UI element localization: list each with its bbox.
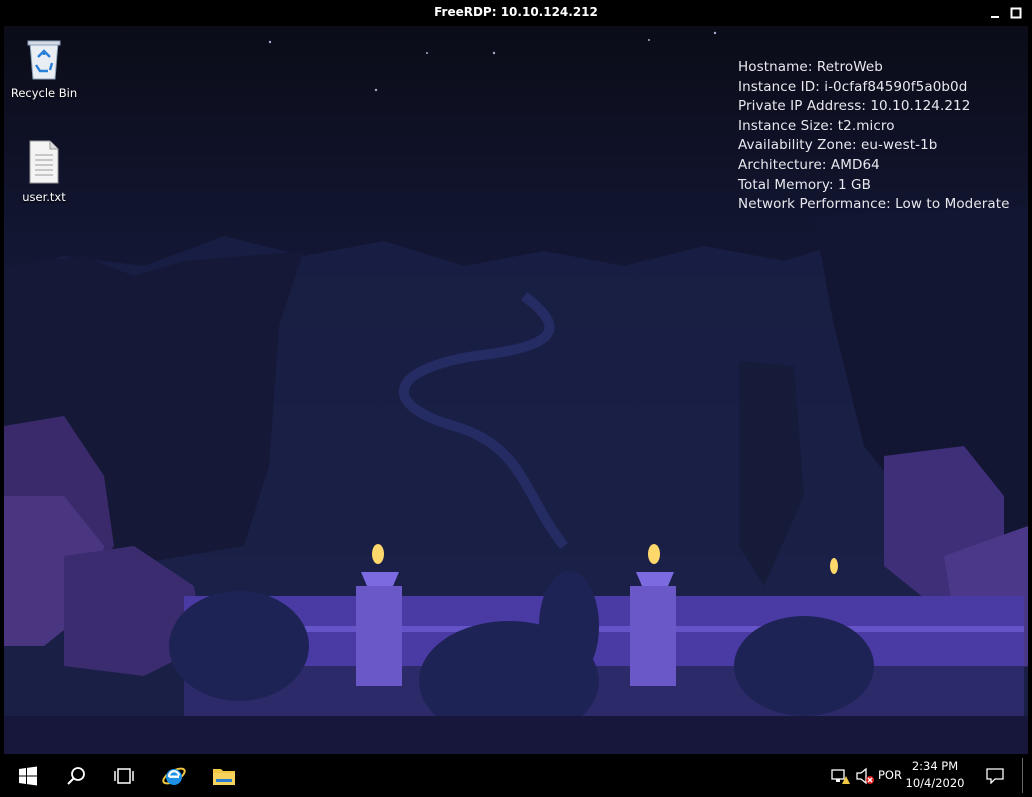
sysinfo-hostname: Hostname: RetroWeb bbox=[738, 59, 883, 75]
user-txt-label: user.txt bbox=[22, 190, 66, 204]
file-explorer-button[interactable] bbox=[200, 754, 248, 797]
window-titlebar: FreeRDP: 10.10.124.212 bbox=[0, 0, 1032, 26]
show-desktop-button[interactable] bbox=[1022, 758, 1023, 793]
maximize-icon bbox=[1010, 7, 1022, 19]
text-file-icon bbox=[29, 140, 59, 184]
clock-date: 10/4/2020 bbox=[905, 776, 965, 790]
search-button[interactable] bbox=[52, 754, 100, 797]
volume-muted-icon bbox=[856, 767, 874, 784]
sysinfo-instance-size: Instance Size: t2.micro bbox=[738, 117, 895, 134]
task-view-icon bbox=[114, 767, 134, 784]
system-info-overlay: Hostname: RetroWeb Instance ID: i-0cfaf8… bbox=[738, 58, 1010, 215]
recycle-bin-label: Recycle Bin bbox=[10, 86, 78, 100]
window-title: FreeRDP: 10.10.124.212 bbox=[434, 5, 598, 19]
network-warning-icon bbox=[831, 768, 850, 784]
internet-explorer-button[interactable] bbox=[150, 754, 198, 797]
maximize-button[interactable] bbox=[1006, 3, 1026, 23]
start-button[interactable] bbox=[4, 754, 52, 797]
notification-icon bbox=[986, 767, 1004, 784]
file-explorer-icon bbox=[213, 768, 235, 785]
clock[interactable]: 2:34 PM 10/4/2020 bbox=[899, 758, 971, 792]
minimize-button[interactable] bbox=[985, 3, 1005, 23]
sysinfo-architecture: Architecture: AMD64 bbox=[738, 156, 880, 173]
action-center-button[interactable] bbox=[982, 754, 1008, 797]
sysinfo-network-performance: Network Performance: Low to Moderate bbox=[738, 196, 1010, 213]
minimize-icon bbox=[991, 16, 999, 18]
sysinfo-availability-zone: Availability Zone: eu-west-1b bbox=[738, 137, 938, 154]
recycle-bin-icon bbox=[27, 40, 61, 80]
sysinfo-private-ip: Private IP Address: 10.10.124.212 bbox=[738, 98, 971, 115]
clock-time: 2:34 PM bbox=[911, 759, 959, 773]
internet-explorer-icon bbox=[162, 767, 186, 785]
sysinfo-total-memory: Total Memory: 1 GB bbox=[738, 176, 871, 193]
taskbar: POR 2:34 PM 10/4/2020 bbox=[4, 754, 1028, 797]
search-icon bbox=[67, 766, 85, 785]
network-tray-button[interactable] bbox=[829, 754, 851, 797]
task-view-button[interactable] bbox=[100, 754, 148, 797]
start-icon bbox=[19, 766, 37, 785]
desktop[interactable]: Recycle Bin user.txt Hostname: RetroWeb … bbox=[4, 26, 1028, 754]
sysinfo-instance-id: Instance ID: i-0cfaf84590f5a0b0d bbox=[738, 78, 968, 95]
recycle-bin-shortcut[interactable]: Recycle Bin bbox=[7, 35, 81, 100]
user-txt-file[interactable]: user.txt bbox=[7, 139, 81, 204]
volume-tray-button[interactable] bbox=[854, 754, 876, 797]
